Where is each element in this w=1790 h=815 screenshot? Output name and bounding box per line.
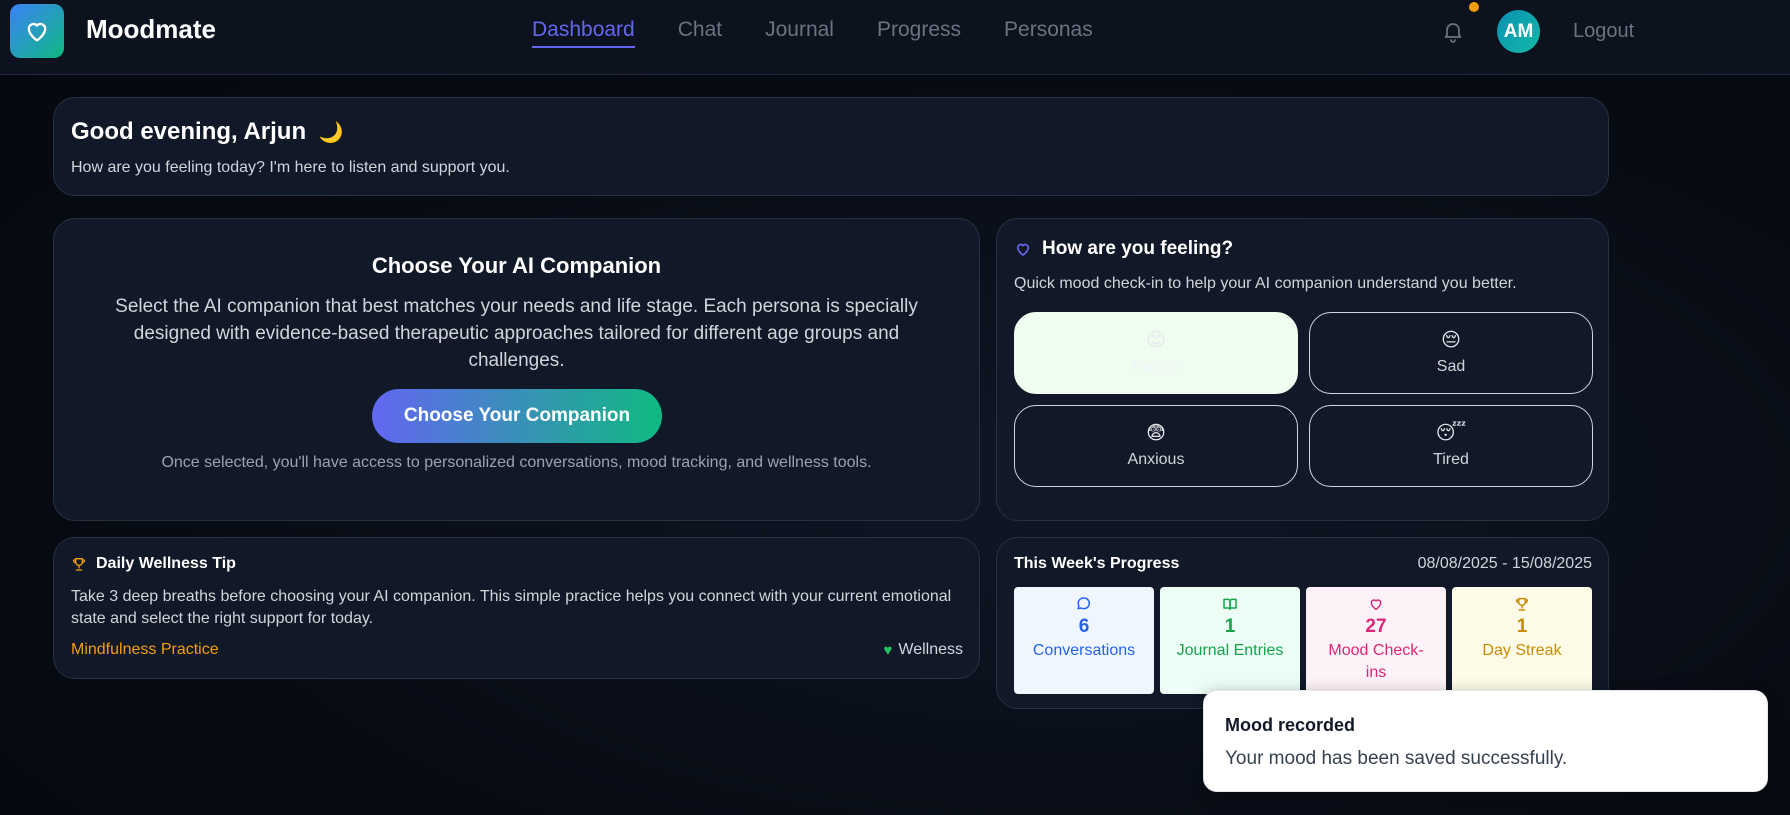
stat-mood-checkins: 27 Mood Check-ins: [1306, 587, 1446, 694]
nav-links: Dashboard Chat Journal Progress Personas: [532, 18, 1093, 48]
progress-title: This Week's Progress: [1014, 555, 1180, 572]
greeting-text: Good evening, Arjun: [71, 118, 307, 145]
brand-name[interactable]: Moodmate: [86, 14, 216, 45]
nav-dashboard[interactable]: Dashboard: [532, 18, 635, 48]
wellness-tip-card: Daily Wellness Tip Take 3 deep breaths b…: [53, 537, 980, 679]
mood-option-happy[interactable]: 😊 Happy: [1014, 312, 1298, 394]
logo[interactable]: [10, 4, 64, 58]
stat-value: 1: [1224, 616, 1236, 637]
stat-label: Day Streak: [1482, 642, 1562, 659]
nav-journal[interactable]: Journal: [765, 18, 834, 48]
mood-option-sad[interactable]: 😔 Sad: [1309, 312, 1593, 394]
mood-option-label: Tired: [1433, 451, 1469, 468]
mood-option-tired[interactable]: 😴 Tired: [1309, 405, 1593, 487]
choose-companion-button[interactable]: Choose Your Companion: [372, 389, 662, 443]
greeting-subtitle: How are you feeling today? I'm here to l…: [71, 159, 510, 176]
stat-value: 6: [1078, 616, 1090, 637]
companion-card: Choose Your AI Companion Select the AI c…: [53, 218, 980, 521]
stat-conversations: 6 Conversations: [1014, 587, 1154, 694]
weekly-progress-card: This Week's Progress 08/08/2025 - 15/08/…: [996, 537, 1609, 709]
stat-label: Conversations: [1032, 642, 1136, 659]
notification-dot: [1469, 2, 1479, 12]
greeting-title: Good evening, Arjun 🌙: [71, 118, 344, 146]
greeting-card: Good evening, Arjun 🌙 How are you feelin…: [53, 97, 1609, 196]
happy-face-icon: 😊: [1146, 330, 1166, 351]
anxious-face-icon: 😨: [1146, 423, 1166, 444]
green-heart-icon: ♥: [883, 641, 893, 659]
moon-icon: 🌙: [318, 122, 344, 144]
companion-description: Select the AI companion that best matche…: [115, 296, 918, 371]
stat-journal-entries: 1 Journal Entries: [1160, 587, 1300, 694]
tip-tag-label: Wellness: [898, 641, 963, 658]
mood-card: How are you feeling? Quick mood check-in…: [996, 218, 1609, 521]
chat-bubble-icon: [1077, 597, 1090, 610]
heart-outline-icon: [1016, 243, 1030, 256]
mood-header: How are you feeling?: [1014, 238, 1233, 260]
tip-category: Mindfulness Practice: [71, 641, 219, 658]
tip-body: Take 3 deep breaths before choosing your…: [71, 588, 952, 627]
sad-face-icon: 😔: [1441, 330, 1461, 351]
toast-notification[interactable]: Mood recorded Your mood has been saved s…: [1203, 690, 1768, 792]
trophy-icon: [1515, 597, 1529, 611]
stat-label: Mood Check-ins: [1328, 642, 1424, 681]
sleepy-face-icon: 😴: [1435, 423, 1467, 444]
companion-title: Choose Your AI Companion: [371, 253, 662, 278]
stat-value: 27: [1365, 616, 1387, 637]
nav-chat[interactable]: Chat: [678, 18, 722, 48]
heart-icon: [27, 22, 47, 42]
mood-option-label: Sad: [1436, 358, 1466, 375]
mood-title: How are you feeling?: [1042, 238, 1234, 259]
companion-note: Once selected, you'll have access to per…: [161, 454, 872, 471]
toast-title: Mood recorded: [1225, 715, 1356, 735]
nav-progress[interactable]: Progress: [877, 18, 961, 48]
top-nav: Moodmate Dashboard Chat Journal Progress…: [0, 0, 1790, 75]
tip-tag: ♥ Wellness: [883, 641, 963, 659]
logout-link[interactable]: Logout: [1573, 20, 1634, 43]
nav-personas[interactable]: Personas: [1004, 18, 1093, 48]
mood-subtitle: Quick mood check-in to help your AI comp…: [1014, 275, 1517, 292]
heart-icon: [1370, 599, 1382, 611]
toast-body: Your mood has been saved successfully.: [1225, 748, 1568, 769]
stat-value: 1: [1516, 616, 1528, 637]
tip-header: Daily Wellness Tip: [71, 555, 236, 573]
mood-option-anxious[interactable]: 😨 Anxious: [1014, 405, 1298, 487]
trophy-icon: [72, 558, 86, 571]
avatar[interactable]: AM: [1497, 10, 1540, 53]
tip-title: Daily Wellness Tip: [96, 555, 236, 572]
mood-option-label: Anxious: [1127, 451, 1185, 468]
progress-date-range: 08/08/2025 - 15/08/2025: [1417, 555, 1592, 572]
stat-day-streak: 1 Day Streak: [1452, 587, 1592, 694]
bell-icon[interactable]: [1441, 18, 1465, 44]
mood-option-label: Happy: [1132, 358, 1180, 375]
stat-label: Journal Entries: [1176, 642, 1284, 659]
book-icon: [1223, 598, 1237, 611]
